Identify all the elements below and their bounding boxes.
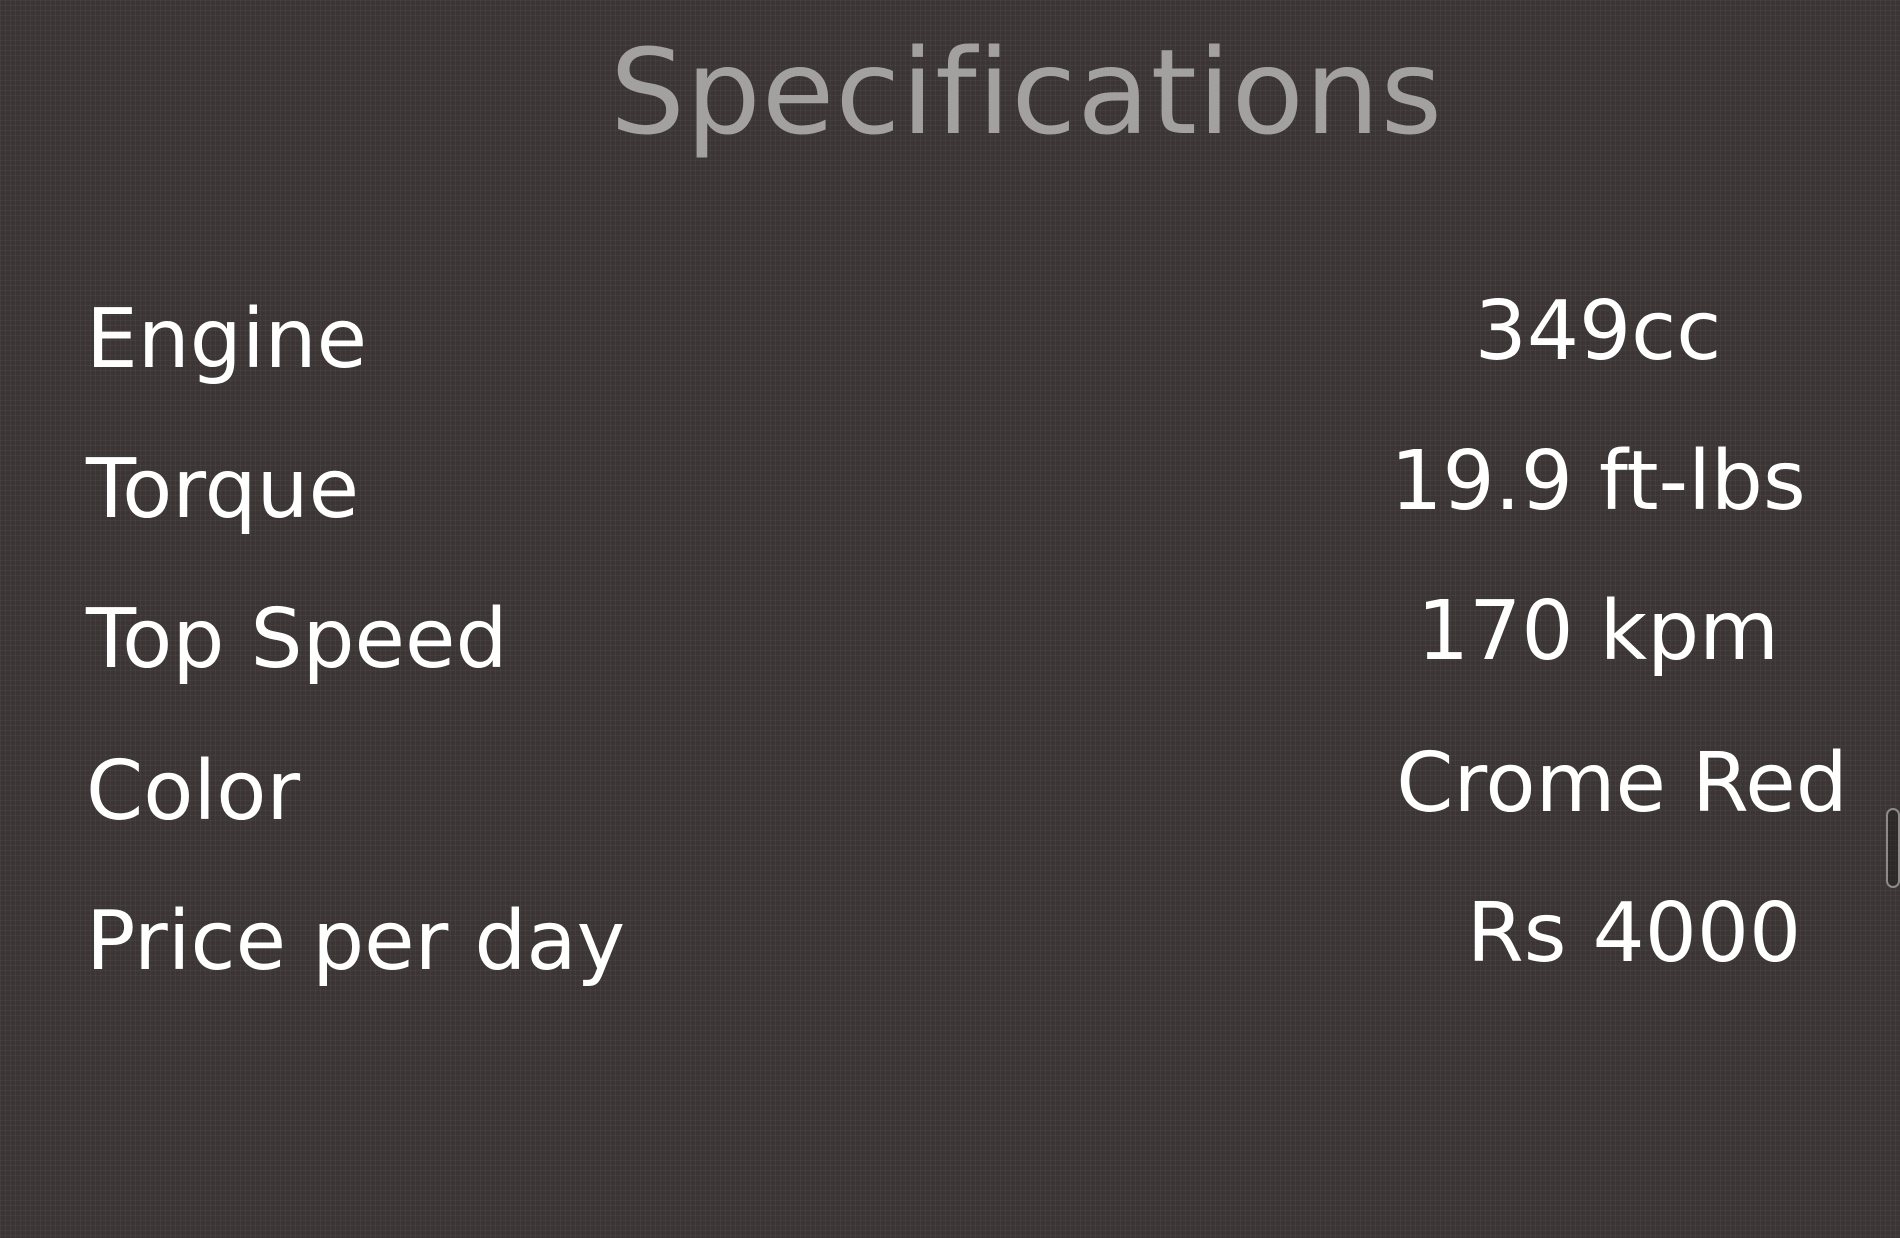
spec-value-top-speed: 170 kpm: [1417, 584, 1779, 679]
spec-value-torque: 19.9 ft-lbs: [1390, 434, 1806, 529]
specifications-screen: Specifications Engine 349cc Torque 19.9 …: [0, 0, 1900, 1238]
vertical-scrollbar[interactable]: [1886, 808, 1900, 888]
spec-label-engine: Engine: [86, 292, 368, 387]
spec-label-price-per-day: Price per day: [86, 894, 626, 989]
spec-value-price-per-day: Rs 4000: [1466, 886, 1802, 981]
spec-value-engine: 349cc: [1474, 284, 1722, 379]
spec-label-torque: Torque: [86, 442, 360, 537]
spec-value-color: Crome Red: [1396, 736, 1848, 831]
spec-label-color: Color: [86, 744, 301, 839]
page-title: Specifications: [610, 23, 1444, 161]
spec-label-top-speed: Top Speed: [86, 592, 508, 687]
